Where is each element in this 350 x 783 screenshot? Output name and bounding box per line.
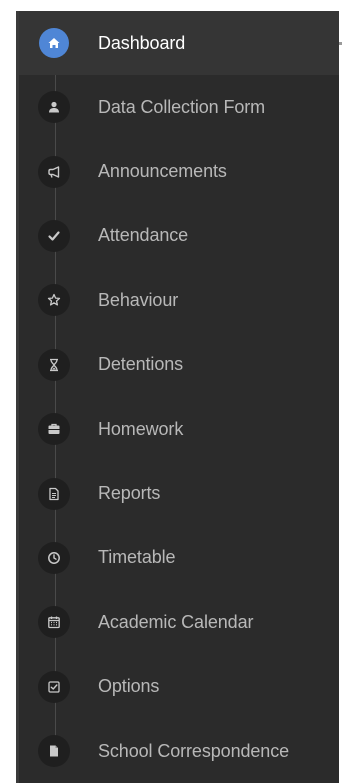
sidebar-item-data-collection-form[interactable]: Data Collection Form [19, 75, 339, 139]
sidebar-item-label: Behaviour [98, 289, 179, 310]
sidebar-item-label: Attendance [98, 225, 189, 246]
document-icon [38, 477, 70, 510]
check-icon [38, 219, 70, 252]
sidebar-item-label: Data Collection Form [98, 96, 266, 117]
sidebar-item-label: Reports [98, 483, 161, 504]
sidebar-item-label: Timetable [98, 547, 176, 568]
clock-icon [38, 541, 70, 574]
sidebar-item-label: Academic Calendar [98, 611, 254, 632]
sidebar-item-announcements[interactable]: Announcements [19, 139, 339, 203]
sidebar-item-label: Detentions [98, 354, 184, 375]
sidebar-item-options[interactable]: Options [19, 655, 339, 719]
sidebar-item-label: Announcements [98, 161, 227, 182]
sidebar-item-reports[interactable]: Reports [19, 461, 339, 525]
page-frame: Dashboard Data Collection Form Announcem… [0, 0, 350, 783]
sidebar-item-label: Dashboard [98, 32, 186, 53]
sidebar-item-detentions[interactable]: Detentions [19, 333, 339, 397]
star-icon [38, 284, 70, 317]
user-icon [38, 91, 70, 124]
sidebar-item-label: School Correspondence [98, 740, 290, 761]
home-icon [39, 28, 69, 58]
sidebar-item-timetable[interactable]: Timetable [19, 526, 339, 590]
sidebar-menu: Dashboard Data Collection Form Announcem… [19, 11, 342, 783]
hourglass-icon [38, 348, 70, 381]
file-icon [38, 735, 70, 768]
sidebar-item-dashboard[interactable]: Dashboard [19, 11, 342, 75]
briefcase-icon [38, 413, 70, 446]
sidebar-item-homework[interactable]: Homework [19, 397, 339, 461]
sidebar-item-academic-calendar[interactable]: Academic Calendar [19, 590, 339, 654]
sidebar-item-school-correspondence[interactable]: School Correspondence [19, 719, 339, 783]
sidebar-item-label: Homework [98, 418, 184, 439]
checkbox-icon [38, 670, 70, 703]
sidebar-navigation: Dashboard Data Collection Form Announcem… [16, 11, 342, 783]
megaphone-icon [38, 155, 70, 188]
sidebar-item-label: Options [98, 676, 160, 697]
sidebar-item-attendance[interactable]: Attendance [19, 204, 339, 268]
calendar-icon [38, 606, 70, 639]
sidebar-item-behaviour[interactable]: Behaviour [19, 268, 339, 332]
